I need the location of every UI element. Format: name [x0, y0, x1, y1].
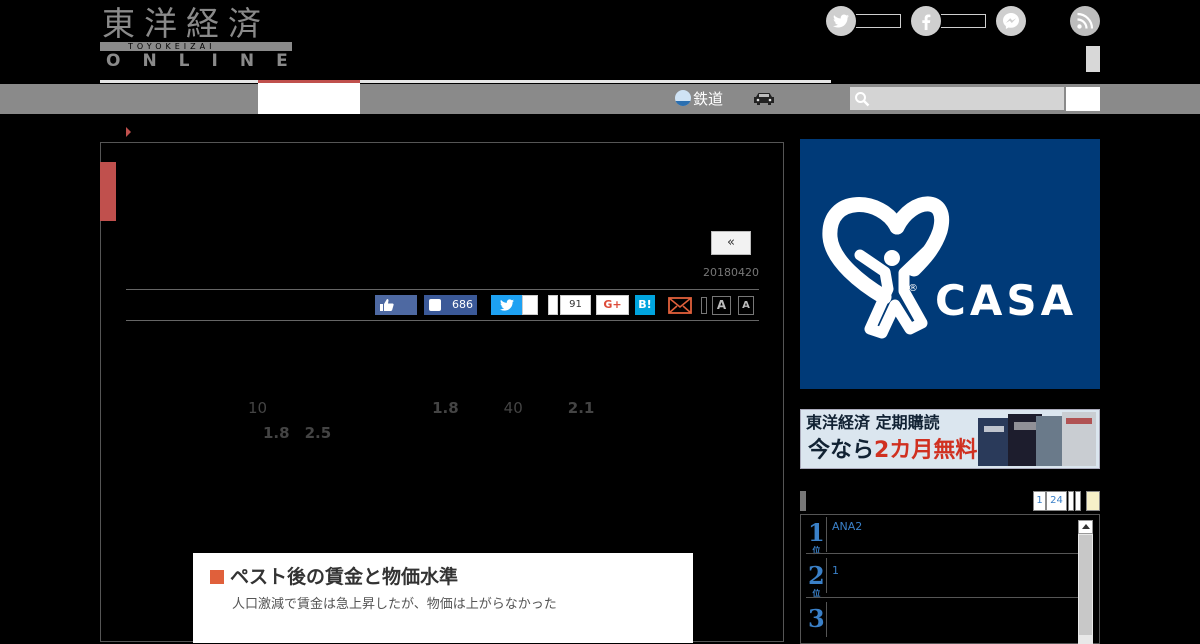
figure-marker: [210, 570, 224, 584]
ranking-divider: [826, 602, 827, 637]
logo-kanji: 東洋経済: [102, 4, 270, 43]
facebook-follow[interactable]: [911, 6, 987, 36]
figure-title: ペスト後の賃金と物価水準: [230, 566, 459, 588]
font-size-large-button[interactable]: A: [712, 296, 731, 315]
ranking-tab-5[interactable]: [1086, 491, 1100, 511]
ranking-heading-marker: [800, 491, 806, 511]
facebook-share-count: 686: [452, 298, 473, 311]
subscription-ad-offer: 今なら2カ月無料: [808, 437, 977, 465]
facebook-share-icon: [429, 299, 441, 311]
search-button[interactable]: [1066, 87, 1100, 111]
casa-ad-banner[interactable]: [800, 139, 1100, 389]
messenger-icon: [996, 6, 1026, 36]
ranking-item-title[interactable]: 1: [832, 564, 839, 578]
rss-icon[interactable]: [1070, 6, 1100, 36]
figure-number: 10: [248, 399, 268, 417]
share-separator: [701, 297, 707, 314]
mail-icon[interactable]: [668, 295, 692, 315]
article-date: 20180420: [703, 266, 759, 279]
magazine-covers-image: [978, 412, 1096, 466]
scroll-up-arrow-icon[interactable]: [1078, 520, 1093, 534]
twitter-follow[interactable]: [826, 6, 902, 36]
nav-top-line: [100, 80, 831, 83]
ranking-number: 2位: [808, 561, 825, 598]
casa-registered-mark: ®: [908, 283, 918, 294]
prev-page-button[interactable]: «: [711, 231, 751, 255]
ranking-row-divider: [806, 553, 1078, 554]
ranking-divider: [826, 558, 827, 593]
figure-number: 2.1: [567, 399, 595, 417]
casa-ad-text: CASA: [935, 276, 1078, 325]
thumbs-up-icon: [380, 299, 394, 311]
figure-number: 40: [503, 399, 523, 417]
ranking-number: 1位: [808, 518, 825, 555]
ranking-tab-1[interactable]: 1: [1033, 491, 1046, 511]
logo-online: ONLINE: [106, 51, 310, 71]
article-line: 10 1.8 40 2.1: [158, 396, 720, 421]
nav-rail-label: 鉄道: [693, 90, 724, 108]
ranking-number: 3: [808, 604, 825, 633]
font-size-small-button[interactable]: A: [738, 296, 754, 315]
tweet-button[interactable]: [491, 295, 522, 315]
ranking-tab-4[interactable]: [1075, 491, 1081, 511]
hatena-bookmark-button[interactable]: B!: [635, 295, 655, 315]
article-paragraph-2: [158, 463, 720, 537]
like-button[interactable]: [375, 295, 417, 315]
twitter-count: [856, 14, 901, 28]
article-line: 1.8 2.5: [158, 421, 720, 446]
article-line: [158, 463, 720, 488]
ranking-row-divider: [806, 597, 1078, 598]
article-line: [158, 347, 720, 372]
category-tag[interactable]: [100, 162, 116, 221]
header-menu-box[interactable]: [1086, 46, 1100, 72]
figure-number: 2.5: [304, 423, 332, 442]
nav-tab-active[interactable]: [258, 80, 360, 114]
subscription-ad-offer-highlight: 2カ月無料: [874, 438, 978, 463]
pocket-button[interactable]: [548, 295, 558, 315]
facebook-share-button[interactable]: 686: [424, 295, 477, 315]
nav-item-rail[interactable]: 鉄道: [675, 88, 723, 110]
car-icon[interactable]: [752, 91, 776, 105]
ranking-divider: [826, 517, 827, 552]
figure-subtitle: 人口激減で賃金は急上昇したが、物価は上がらなかった: [232, 597, 557, 612]
train-icon: [675, 90, 691, 106]
subscription-ad-title: 東洋経済 定期購読: [806, 413, 940, 432]
facebook-icon: [911, 6, 941, 36]
pocket-count: 91: [560, 295, 591, 315]
twitter-icon: [826, 6, 856, 36]
messenger-button[interactable]: [996, 6, 1026, 36]
subscription-ad-offer-lead: 今なら: [808, 438, 875, 463]
ranking-item-title[interactable]: ANA2: [832, 520, 862, 534]
figure-number: 1.8: [432, 399, 459, 417]
article-line: [158, 512, 720, 537]
twitter-share-icon: [500, 299, 514, 311]
figure-number: 1.8: [263, 423, 290, 442]
article-line: [158, 488, 720, 513]
breadcrumb-arrow-icon: [126, 127, 131, 137]
ranking-tab-24[interactable]: 24: [1046, 491, 1067, 511]
scrollbar-thumb[interactable]: [1079, 535, 1092, 635]
article-paragraph-1: 10 1.8 40 2.1 1.8 2.5: [158, 347, 720, 445]
search-icon: [855, 92, 870, 107]
ranking-tab-3[interactable]: [1068, 491, 1074, 511]
share-divider-bottom: [126, 320, 759, 321]
search-input[interactable]: [850, 87, 1064, 110]
tweet-count: [522, 295, 538, 315]
site-logo[interactable]: 東洋経済 TOYOKEIZAI ONLINE: [100, 6, 292, 70]
gplus-button[interactable]: G+: [596, 295, 629, 315]
article-line: [158, 372, 720, 397]
facebook-count: [941, 14, 986, 28]
share-divider-top: [126, 289, 759, 290]
